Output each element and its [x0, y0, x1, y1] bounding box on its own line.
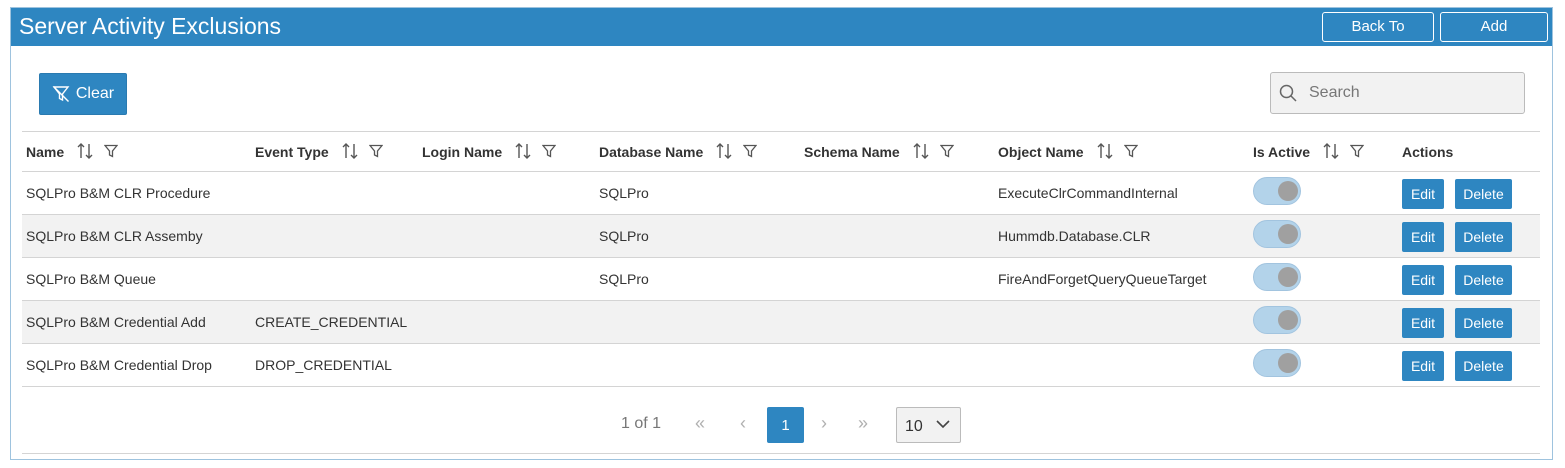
table-row: SQLPro B&M Queue SQLPro FireAndForgetQuery…	[22, 258, 1540, 301]
panel-header: Server Activity Exclusions Back To Repor…	[11, 8, 1552, 63]
edit-button[interactable]: Edit	[1402, 222, 1444, 252]
column-label: Name	[26, 144, 65, 160]
sort-icon[interactable]	[1096, 142, 1114, 163]
cell-name: SQLPro B&M Queue	[26, 271, 156, 287]
delete-button[interactable]: Delete	[1455, 308, 1512, 338]
search-box[interactable]	[1270, 72, 1525, 114]
toggle-knob	[1278, 181, 1298, 201]
column-label: Database Name	[599, 144, 704, 160]
sort-icon[interactable]	[341, 142, 359, 163]
filter-icon[interactable]	[103, 144, 119, 161]
pagination: 1 of 1 « ‹ 1 › » 10	[22, 395, 1540, 454]
back-to-report-button[interactable]: Back To Report	[1322, 12, 1434, 63]
cell-object-name: FireAndForgetQueryQueueTarget	[998, 271, 1207, 287]
cell-database-name: SQLPro	[599, 185, 649, 201]
edit-button[interactable]: Edit	[1402, 308, 1444, 338]
edit-button[interactable]: Edit	[1402, 351, 1444, 381]
last-page-button[interactable]: »	[858, 413, 868, 434]
column-header-database-name[interactable]: Database Name	[599, 132, 758, 172]
column-label: Object Name	[998, 144, 1084, 160]
add-exclusion-button[interactable]: Add Exclusion	[1440, 12, 1548, 63]
table-row: SQLPro B&M Credential Drop DROP_CREDENTIA…	[22, 344, 1540, 387]
cell-name: SQLPro B&M CLR Assemby	[26, 228, 203, 244]
table-row: SQLPro B&M CLR Procedure SQLPro ExecuteClr…	[22, 172, 1540, 215]
column-header-schema-name[interactable]: Schema Name	[804, 132, 955, 172]
clear-label: Clear	[75, 85, 115, 102]
edit-button[interactable]: Edit	[1402, 265, 1444, 295]
page-title: Server Activity Exclusions	[19, 13, 282, 39]
column-header-object-name[interactable]: Object Name	[998, 132, 1138, 172]
table-row: SQLPro B&M Credential Add CREATE_CREDENTI…	[22, 301, 1540, 344]
column-header-name[interactable]: Name	[26, 132, 119, 172]
clear-filters-button[interactable]: Clear	[39, 73, 127, 115]
toggle-knob	[1278, 310, 1298, 330]
is-active-toggle[interactable]	[1253, 306, 1301, 334]
toggle-knob	[1278, 353, 1298, 373]
exclusions-table: Name Event Type Login Name Database Name Sch…	[22, 131, 1540, 387]
is-active-toggle[interactable]	[1253, 177, 1301, 205]
delete-button[interactable]: Delete	[1455, 265, 1512, 295]
column-label: Is Active	[1253, 144, 1311, 160]
cell-event-type: CREATE_CREDENTIAL	[255, 314, 408, 330]
delete-button[interactable]: Delete	[1455, 179, 1512, 209]
table-body: SQLPro B&M CLR Procedure SQLPro ExecuteClr…	[22, 172, 1540, 387]
exclusions-panel: Server Activity Exclusions Back To Repor…	[10, 7, 1553, 460]
column-header-login-name[interactable]: Login Name	[422, 132, 557, 172]
column-header-actions: Actions	[1402, 132, 1453, 172]
sort-icon[interactable]	[1322, 142, 1340, 163]
next-page-button[interactable]: ›	[821, 413, 827, 434]
chevron-down-icon	[935, 416, 951, 434]
delete-button[interactable]: Delete	[1455, 351, 1512, 381]
column-header-event-type[interactable]: Event Type	[255, 132, 384, 172]
edit-button[interactable]: Edit	[1402, 179, 1444, 209]
cell-object-name: ExecuteClrCommandInternal	[998, 185, 1178, 201]
column-label: Schema Name	[804, 144, 900, 160]
previous-page-button[interactable]: ‹	[740, 413, 746, 434]
sort-icon[interactable]	[514, 142, 532, 163]
sort-icon[interactable]	[715, 142, 733, 163]
current-page-button[interactable]: 1	[767, 407, 804, 443]
is-active-toggle[interactable]	[1253, 263, 1301, 291]
column-header-is-active[interactable]: Is Active	[1253, 132, 1365, 172]
sort-icon[interactable]	[912, 142, 930, 163]
filter-icon[interactable]	[1349, 144, 1365, 161]
cell-object-name: Hummdb.Database.CLR	[998, 228, 1151, 244]
cell-database-name: SQLPro	[599, 228, 649, 244]
cell-event-type: DROP_CREDENTIAL	[255, 357, 392, 373]
filter-icon[interactable]	[541, 144, 557, 161]
is-active-toggle[interactable]	[1253, 349, 1301, 377]
filter-icon[interactable]	[742, 144, 758, 161]
toggle-knob	[1278, 224, 1298, 244]
column-label: Event Type	[255, 144, 329, 160]
table-row: SQLPro B&M CLR Assemby SQLPro Hummdb.Datab…	[22, 215, 1540, 258]
cell-database-name: SQLPro	[599, 271, 649, 287]
table-header: Name Event Type Login Name Database Name Sch…	[22, 131, 1540, 172]
delete-button[interactable]: Delete	[1455, 222, 1512, 252]
first-page-button[interactable]: «	[695, 413, 705, 434]
filter-clear-icon	[52, 85, 70, 103]
column-label: Login Name	[422, 144, 503, 160]
cell-name: SQLPro B&M Credential Add	[26, 314, 206, 330]
filter-icon[interactable]	[1123, 144, 1138, 161]
page-size-select[interactable]: 10	[896, 407, 961, 443]
search-icon	[1279, 84, 1297, 102]
filter-icon[interactable]	[939, 144, 955, 161]
cell-name: SQLPro B&M CLR Procedure	[26, 185, 211, 201]
column-label: Actions	[1402, 144, 1454, 160]
is-active-toggle[interactable]	[1253, 220, 1301, 248]
toggle-knob	[1278, 267, 1298, 287]
filter-icon[interactable]	[368, 144, 384, 161]
cell-name: SQLPro B&M Credential Drop	[26, 357, 212, 373]
sort-icon[interactable]	[76, 142, 94, 163]
page-size-value: 10	[905, 418, 923, 435]
page-info: 1 of 1	[621, 415, 662, 432]
search-input[interactable]	[1309, 84, 1509, 102]
